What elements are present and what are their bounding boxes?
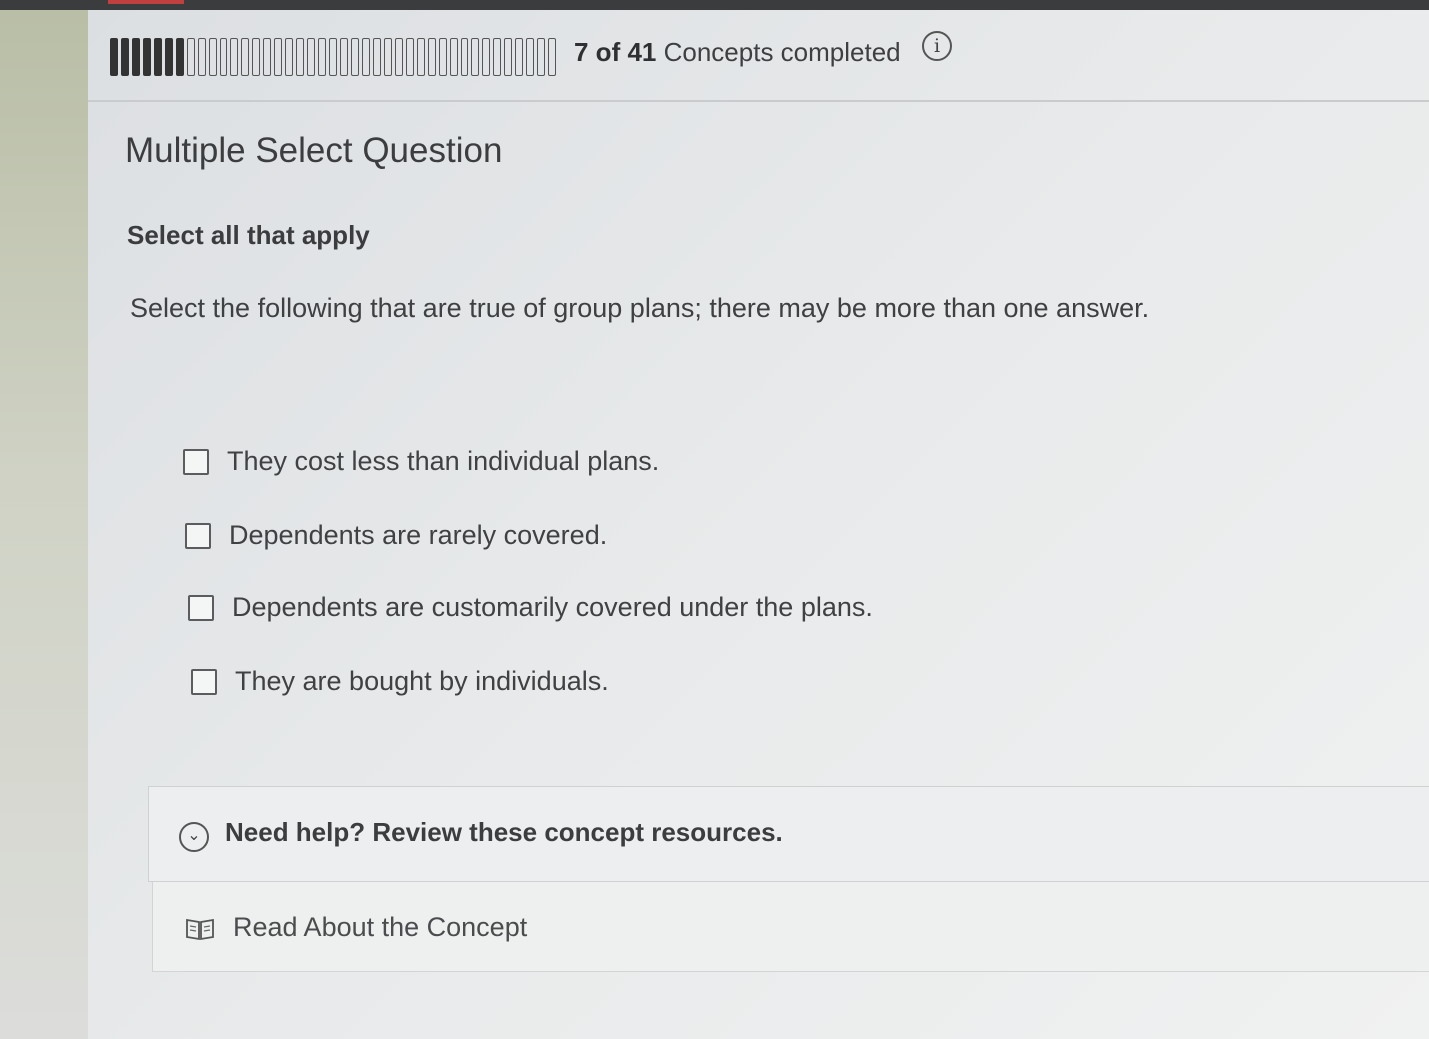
progress-segment	[208, 38, 217, 76]
progress-segment	[405, 38, 414, 76]
progress-segment	[110, 38, 118, 76]
progress-segment	[219, 38, 228, 76]
progress-count: 7 of 41	[574, 37, 657, 67]
option-label: They are bought by individuals.	[235, 666, 609, 696]
concept-progress-bar	[110, 38, 557, 76]
progress-segment	[120, 38, 129, 76]
progress-segment	[329, 38, 338, 76]
question-page: 7 of 41 Concepts completed i Multiple Se…	[88, 10, 1429, 1039]
checkbox[interactable]	[185, 522, 211, 549]
question-type-title: Multiple Select Question	[125, 131, 503, 170]
progress-segment	[197, 38, 206, 76]
progress-segment	[416, 38, 425, 76]
progress-segment	[548, 38, 557, 76]
progress-segment	[153, 38, 162, 76]
progress-segment	[350, 38, 359, 76]
progress-segment	[427, 38, 436, 76]
progress-segment	[471, 38, 480, 76]
progress-segment	[175, 38, 184, 76]
progress-segment	[340, 38, 348, 76]
progress-header: 7 of 41 Concepts completed i	[88, 10, 1429, 102]
progress-segment	[372, 38, 381, 76]
progress-suffix: Concepts completed	[663, 37, 901, 67]
answer-option-1[interactable]: They cost less than individual plans.	[183, 446, 659, 477]
progress-segment	[438, 38, 447, 76]
progress-segment	[131, 38, 140, 76]
progress-segment	[142, 38, 151, 76]
progress-segment	[493, 38, 502, 76]
question-prompt: Select the following that are true of gr…	[130, 293, 1150, 323]
option-label: Dependents are rarely covered.	[229, 520, 608, 550]
progress-segment	[307, 38, 316, 76]
progress-segment	[164, 38, 173, 76]
checkbox[interactable]	[183, 448, 209, 475]
progress-segment	[252, 38, 261, 76]
progress-segment	[263, 38, 272, 76]
left-background-edge	[0, 10, 88, 1039]
answer-option-4[interactable]: They are bought by individuals.	[191, 666, 609, 697]
progress-segment	[537, 38, 546, 76]
help-resources-toggle[interactable]: ⌄ Need help? Review these concept resour…	[148, 786, 1429, 882]
progress-segment	[515, 38, 524, 76]
progress-segment	[460, 38, 469, 76]
progress-segment	[361, 38, 370, 76]
help-toggle-label[interactable]: Need help? Review these concept resource…	[225, 817, 783, 848]
read-about-concept-label[interactable]: Read About the Concept	[233, 912, 527, 943]
progress-segment	[449, 38, 458, 76]
progress-segment	[186, 38, 195, 76]
chevron-down-icon[interactable]: ⌄	[179, 822, 209, 852]
book-icon	[186, 918, 214, 941]
progress-segment	[383, 38, 392, 76]
question-instruction: Select all that apply	[127, 220, 370, 250]
answer-option-3[interactable]: Dependents are customarily covered under…	[188, 592, 873, 623]
option-label: They cost less than individual plans.	[227, 446, 660, 476]
progress-segment	[230, 38, 239, 76]
checkbox[interactable]	[188, 594, 214, 621]
option-label: Dependents are customarily covered under…	[232, 592, 873, 622]
progress-text: 7 of 41 Concepts completed	[574, 37, 901, 68]
progress-segment	[318, 38, 327, 76]
progress-segment	[482, 38, 491, 76]
read-about-concept-link[interactable]: Read About the Concept	[152, 882, 1429, 972]
browser-top-bar	[0, 0, 1429, 10]
info-icon[interactable]: i	[922, 31, 952, 61]
active-tab-indicator	[108, 0, 184, 4]
progress-segment	[285, 38, 294, 76]
progress-segment	[241, 38, 250, 76]
progress-segment	[296, 38, 305, 76]
checkbox[interactable]	[191, 668, 217, 695]
progress-segment	[394, 38, 403, 76]
progress-segment	[526, 38, 535, 76]
answer-option-2[interactable]: Dependents are rarely covered.	[185, 520, 607, 551]
progress-segment	[504, 38, 513, 76]
progress-segment	[274, 38, 283, 76]
